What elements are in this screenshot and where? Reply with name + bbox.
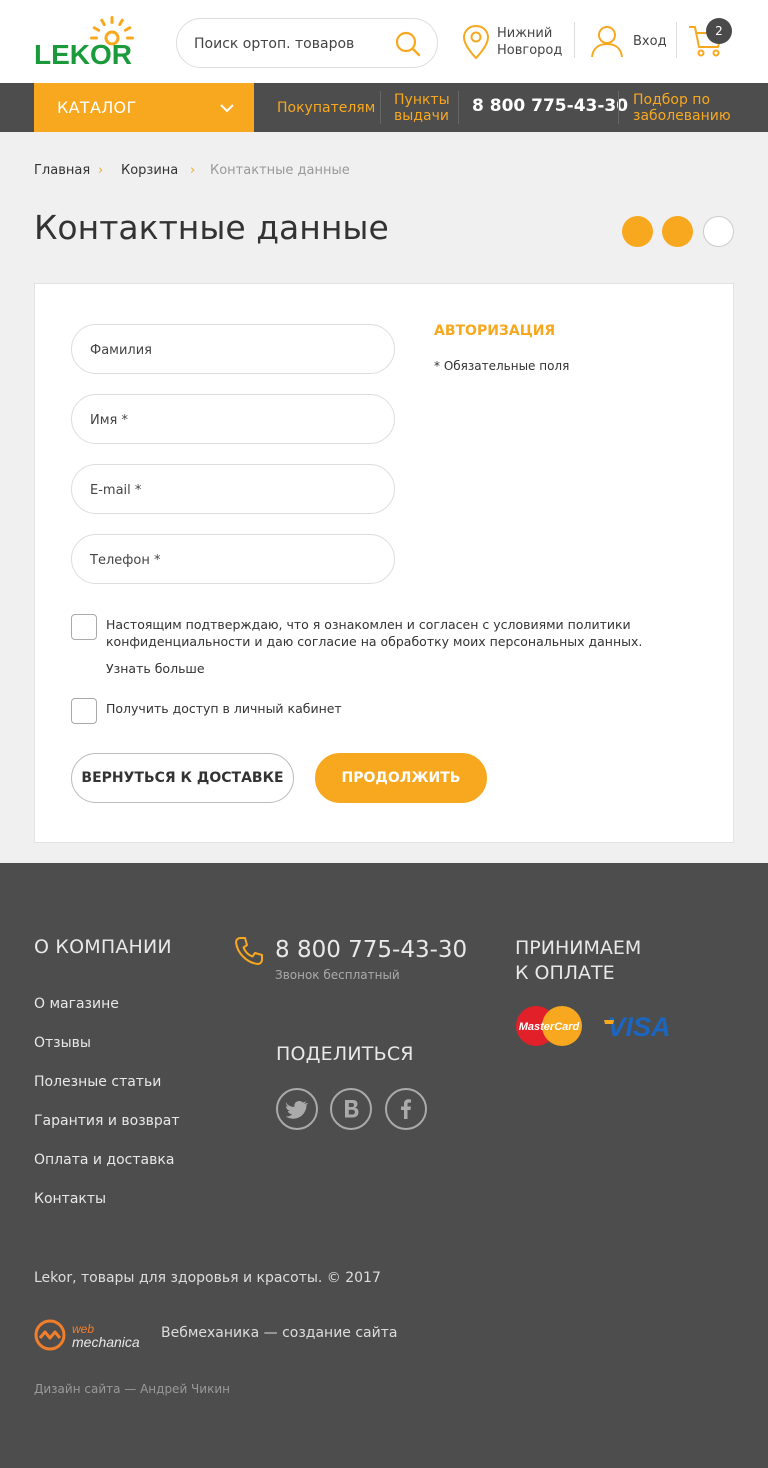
nav-selection-line-1: Подбор по [633,92,711,108]
step-indicator-2 [662,216,693,247]
contact-form: АВТОРИЗАЦИЯ * Обязательные поля Настоящи… [34,283,734,843]
cabinet-access-text: Получить доступ в личный кабинет [106,701,342,716]
payment-heading-line-1: ПРИНИМАЕМ [515,937,642,959]
main-nav: КАТАЛОГ Покупателям Пункты выдачи 8 800 … [0,83,768,132]
login-link[interactable]: Вход [589,24,669,60]
facebook-icon [401,1099,411,1119]
footer-link-articles[interactable]: Полезные статьи [34,1074,161,1090]
lekor-logo[interactable]: LEKOR [34,14,156,66]
about-heading: О КОМПАНИИ [34,936,172,958]
name-field[interactable] [71,394,395,444]
breadcrumb-current: Контактные данные [210,163,350,178]
city-line-1: Нижний [497,26,553,41]
footer-phone-note: Звонок бесплатный [275,968,400,982]
catalog-button[interactable]: КАТАЛОГ [34,83,254,132]
vk-icon [345,1100,359,1118]
footer-link-contacts[interactable]: Контакты [34,1191,106,1207]
svg-text:mechanica: mechanica [72,1334,140,1350]
surname-field[interactable] [71,324,395,374]
webmechanica-logo[interactable]: web mechanica [34,1318,148,1352]
payment-heading: ПРИНИМАЕМ К ОПЛАТЕ [515,936,641,986]
footer-phone[interactable]: 8 800 775-43-30 [275,937,467,963]
nav-buyers[interactable]: Покупателям [277,100,375,116]
breadcrumb: Главная › Корзина › Контактные данные [34,163,434,181]
payment-heading-line-2: К ОПЛАТЕ [515,962,615,984]
back-to-delivery-button[interactable]: ВЕРНУТЬСЯ К ДОСТАВКЕ [71,753,294,803]
mastercard-icon: MasterCard [516,1006,582,1046]
svg-text:MasterCard: MasterCard [519,1021,580,1033]
svg-text:LEKOR: LEKOR [34,39,132,66]
surname-input[interactable] [90,340,370,360]
site-header: LEKOR Нижний Новгород Вход [0,0,768,83]
nav-disease-selection[interactable]: Подбор по заболеванию [633,92,731,124]
share-heading: ПОДЕЛИТЬСЯ [276,1043,414,1065]
breadcrumb-cart[interactable]: Корзина [121,163,178,178]
consent-text: Настоящим подтверждаю, что я ознакомлен … [106,617,643,649]
design-credit: Дизайн сайта — Андрей Чикин [34,1382,230,1396]
phone-field[interactable] [71,534,395,584]
footer-link-reviews[interactable]: Отзывы [34,1035,91,1051]
nav-divider [380,91,381,124]
svg-text:VISA: VISA [607,1012,670,1041]
footer-link-warranty[interactable]: Гарантия и возврат [34,1113,180,1129]
location-pin-icon [462,24,490,60]
footer-link-about[interactable]: О магазине [34,996,119,1012]
continue-button[interactable]: ПРОДОЛЖИТЬ [315,753,487,803]
twitter-icon [286,1101,308,1119]
city-name: Нижний Новгород [497,25,572,59]
webmechanica-credit[interactable]: Вебмеханика — создание сайта [161,1325,397,1341]
step-indicator-1 [622,216,653,247]
city-line-2: Новгород [497,43,563,58]
footer-link-payment-delivery[interactable]: Оплата и доставка [34,1152,174,1168]
copyright-text: Lekor, товары для здоровья и красоты. © … [34,1270,381,1286]
user-icon [591,26,623,58]
nav-pickup-points[interactable]: Пункты выдачи [394,92,450,124]
nav-divider [618,91,619,124]
search-input[interactable] [194,33,384,55]
step-indicator-3 [703,216,734,247]
required-fields-note: * Обязательные поля [434,359,570,373]
nav-phone[interactable]: 8 800 775-43-30 [472,96,628,116]
catalog-label: КАТАЛОГ [57,98,137,117]
visa-icon: VISA [604,1012,671,1041]
breadcrumb-separator: › [190,163,196,178]
authorization-link[interactable]: АВТОРИЗАЦИЯ [434,323,555,339]
page-title: Контактные данные [34,208,389,247]
chevron-down-icon [220,104,234,113]
search-icon[interactable] [394,30,422,58]
facebook-button[interactable] [385,1088,427,1130]
phone-input[interactable] [90,550,370,570]
cart-button[interactable]: 2 [688,18,734,62]
nav-divider [458,91,459,124]
header-divider [574,22,575,58]
learn-more-link[interactable]: Узнать больше [106,661,205,676]
email-input[interactable] [90,480,370,500]
nav-pickup-line-2: выдачи [394,108,449,124]
phone-icon [235,937,263,965]
twitter-button[interactable] [276,1088,318,1130]
name-input[interactable] [90,410,370,430]
breadcrumb-home[interactable]: Главная [34,163,90,178]
nav-selection-line-2: заболеванию [633,108,731,124]
email-field[interactable] [71,464,395,514]
cart-count-badge: 2 [706,18,732,44]
header-divider [676,22,677,58]
consent-checkbox[interactable] [71,614,97,640]
search-box[interactable] [176,18,438,68]
breadcrumb-separator: › [98,163,104,178]
login-label: Вход [633,34,667,49]
vk-button[interactable] [330,1088,372,1130]
site-footer: О КОМПАНИИ О магазине Отзывы Полезные ст… [0,863,768,1468]
nav-pickup-line-1: Пункты [394,92,450,108]
cabinet-access-checkbox[interactable] [71,698,97,724]
city-selector[interactable]: Нижний Новгород [462,22,572,64]
